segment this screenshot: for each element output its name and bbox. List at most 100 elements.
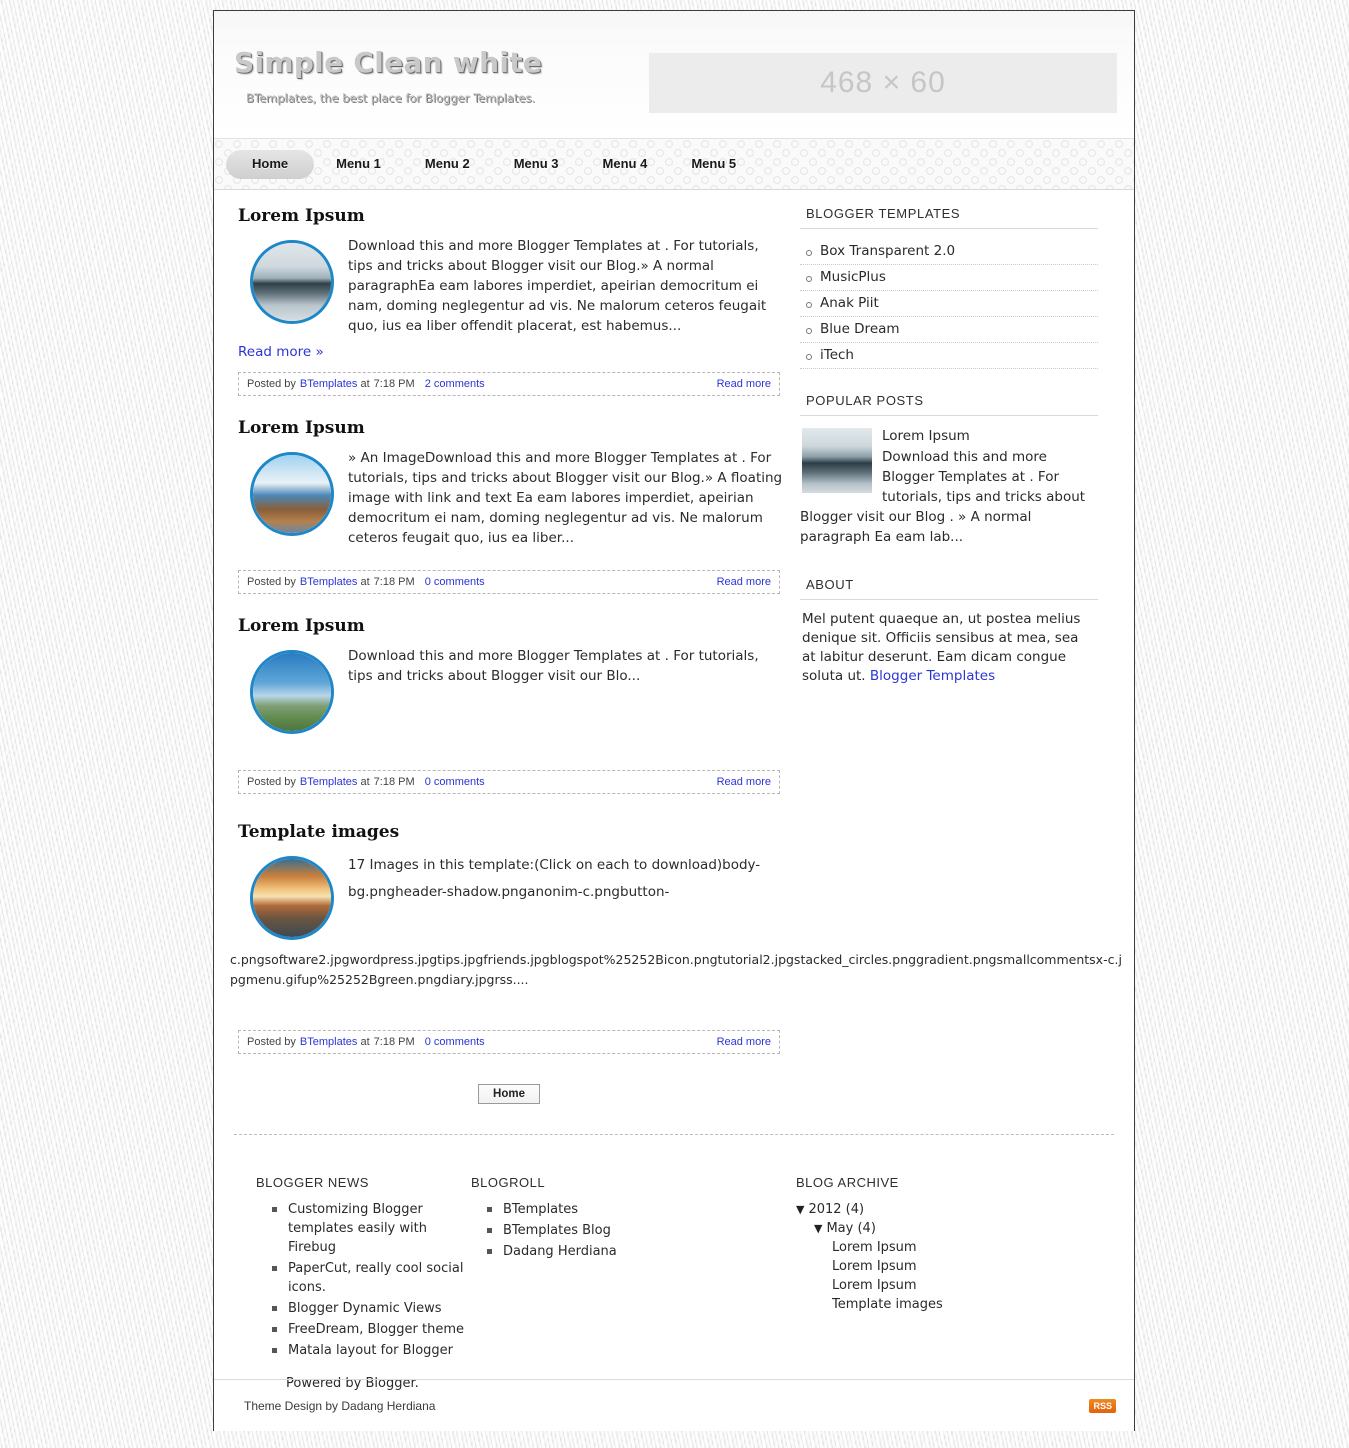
rss-icon[interactable]: RSS	[1089, 1398, 1116, 1413]
post-comments-link[interactable]: 0 comments	[425, 576, 485, 588]
post-body: 17 Images in this template:(Click on eac…	[234, 852, 784, 956]
post-time: 7:18 PM	[373, 378, 415, 390]
archive-entry[interactable]: Lorem Ipsum	[796, 1257, 1096, 1276]
time-prefix-label: at	[360, 576, 370, 588]
blog-post: Lorem Ipsum Download this and more Blogg…	[234, 616, 784, 794]
post-meta: Posted by BTemplates at 7:18 PM 2 comments	[247, 378, 485, 390]
time-prefix-label: at	[360, 378, 370, 390]
post-thumbnail[interactable]	[250, 240, 334, 324]
footer-columns: BLOGGER NEWS Customizing Blogger templat…	[214, 1135, 1134, 1391]
post-time: 7:18 PM	[373, 776, 415, 788]
archive-entry[interactable]: Lorem Ipsum	[796, 1238, 1096, 1257]
archive-month-row[interactable]: ▼ May (4)	[796, 1219, 1096, 1238]
post-time: 7:18 PM	[373, 1036, 415, 1048]
main-navigation: Home Menu 1 Menu 2 Menu 3 Menu 4 Menu 5	[214, 138, 1134, 190]
post-meta: Posted by BTemplates at 7:18 PM 0 comments	[247, 576, 485, 588]
template-list: Box Transparent 2.0 MusicPlus Anak Piit …	[800, 239, 1098, 369]
post-title[interactable]: Lorem Ipsum	[238, 206, 784, 226]
list-item[interactable]: MusicPlus	[800, 265, 1098, 291]
nav-item-menu-2[interactable]: Menu 2	[403, 149, 492, 179]
post-read-more-link[interactable]: Read more	[717, 576, 771, 588]
popular-post-item: Lorem Ipsum Download this and more Blogg…	[800, 426, 1098, 547]
post-meta: Posted by BTemplates at 7:18 PM 0 comments	[247, 1036, 485, 1048]
archive-entry[interactable]: Template images	[796, 1295, 1096, 1314]
sidebar-heading: POPULAR POSTS	[800, 393, 1098, 416]
post-author-link[interactable]: BTemplates	[300, 1036, 357, 1048]
content-columns: Lorem Ipsum Download this and more Blogg…	[214, 190, 1134, 1126]
posted-by-label: Posted by	[247, 776, 296, 788]
sidebar-heading: ABOUT	[800, 577, 1098, 600]
sidebar-section-popular-posts: POPULAR POSTS Lorem Ipsum Download this …	[800, 393, 1098, 547]
post-comments-link[interactable]: 0 comments	[425, 776, 485, 788]
post-footer: Posted by BTemplates at 7:18 PM 0 comments…	[238, 1030, 780, 1054]
blog-post: Lorem Ipsum » An ImageDownload this and …	[234, 418, 784, 594]
post-body: Download this and more Blogger Templates…	[234, 646, 784, 746]
footer-heading: BLOGGER NEWS	[256, 1175, 369, 1190]
pagination-home-button[interactable]: Home	[478, 1084, 540, 1104]
post-read-more-link[interactable]: Read more	[717, 1036, 771, 1048]
nav-item-menu-1[interactable]: Menu 1	[314, 149, 403, 179]
main-content: Lorem Ipsum Download this and more Blogg…	[214, 190, 1122, 1126]
nav-item-menu-5[interactable]: Menu 5	[669, 149, 758, 179]
post-title[interactable]: Lorem Ipsum	[238, 418, 784, 438]
blog-post: Template images 17 Images in this templa…	[230, 822, 1122, 1054]
post-body: » An ImageDownload this and more Blogger…	[234, 448, 784, 548]
nav-item-menu-4[interactable]: Menu 4	[581, 149, 670, 179]
list-item[interactable]: Anak Piit	[800, 291, 1098, 317]
post-thumbnail[interactable]	[250, 650, 334, 734]
ad-banner-placeholder[interactable]: 468 × 60	[649, 53, 1117, 113]
list-item[interactable]: Customizing Blogger templates easily wit…	[272, 1200, 471, 1257]
nav-item-menu-3[interactable]: Menu 3	[492, 149, 581, 179]
blog-post: Lorem Ipsum Download this and more Blogg…	[234, 206, 784, 396]
list-item[interactable]: PaperCut, really cool social icons.	[272, 1259, 471, 1297]
blog-description: BTemplates, the best place for Blogger T…	[246, 91, 536, 105]
chevron-down-icon[interactable]: ▼	[796, 1203, 804, 1216]
blog-title[interactable]: Simple Clean white	[234, 46, 542, 79]
post-thumbnail[interactable]	[250, 856, 334, 940]
read-more-inline-link[interactable]: Read more »	[234, 336, 784, 366]
list-item[interactable]: Dadang Herdiana	[487, 1242, 796, 1261]
site-header: Simple Clean white BTemplates, the best …	[214, 11, 1134, 138]
post-title[interactable]: Template images	[238, 822, 784, 842]
list-item[interactable]: Blue Dream	[800, 317, 1098, 343]
post-meta: Posted by BTemplates at 7:18 PM 0 comments	[247, 776, 485, 788]
sidebar-section-templates: BLOGGER TEMPLATES Box Transparent 2.0 Mu…	[800, 206, 1098, 369]
chevron-down-icon[interactable]: ▼	[814, 1222, 822, 1235]
list-item[interactable]: Blogger Dynamic Views	[272, 1299, 471, 1318]
sidebar-heading: BLOGGER TEMPLATES	[800, 206, 1098, 229]
post-comments-link[interactable]: 0 comments	[425, 1036, 485, 1048]
footer-heading: BLOGROLL	[471, 1175, 546, 1190]
post-overflow-text: c.pngsoftware2.jpgwordpress.jpgtips.jpgf…	[230, 952, 1122, 987]
list-item[interactable]: Box Transparent 2.0	[800, 239, 1098, 265]
post-body: Download this and more Blogger Templates…	[234, 236, 784, 336]
list-item[interactable]: Matala layout for Blogger	[272, 1341, 471, 1360]
nav-item-home[interactable]: Home	[226, 149, 315, 179]
blogger-news-list: Customizing Blogger templates easily wit…	[256, 1200, 471, 1360]
post-author-link[interactable]: BTemplates	[300, 776, 357, 788]
archive-year-row[interactable]: ▼ 2012 (4)	[796, 1200, 1096, 1219]
list-item[interactable]: BTemplates	[487, 1200, 796, 1219]
post-time: 7:18 PM	[373, 576, 415, 588]
post-title[interactable]: Lorem Ipsum	[238, 616, 784, 636]
list-item[interactable]: FreeDream, Blogger theme	[272, 1320, 471, 1339]
footer-credit-bar: Theme Design by Dadang Herdiana RSS	[214, 1379, 1134, 1431]
sidebar-section-about: ABOUT Mel putent quaeque an, ut postea m…	[800, 571, 1098, 686]
list-item[interactable]: BTemplates Blog	[487, 1221, 796, 1240]
archive-month-label[interactable]: May (4)	[826, 1221, 875, 1236]
blogroll-list: BTemplates BTemplates Blog Dadang Herdia…	[471, 1200, 796, 1261]
archive-year-label[interactable]: 2012 (4)	[808, 1202, 864, 1217]
time-prefix-label: at	[360, 1036, 370, 1048]
about-link[interactable]: Blogger Templates	[870, 668, 995, 684]
post-comments-link[interactable]: 2 comments	[425, 378, 485, 390]
post-read-more-link[interactable]: Read more	[717, 776, 771, 788]
post-author-link[interactable]: BTemplates	[300, 576, 357, 588]
post-thumbnail[interactable]	[250, 452, 334, 536]
archive-entry[interactable]: Lorem Ipsum	[796, 1276, 1096, 1295]
site-container: Simple Clean white BTemplates, the best …	[213, 10, 1135, 1431]
about-text: Mel putent quaeque an, ut postea melius …	[800, 610, 1098, 686]
footer-heading: BLOG ARCHIVE	[796, 1175, 899, 1190]
popular-post-thumbnail[interactable]	[802, 428, 872, 493]
post-author-link[interactable]: BTemplates	[300, 378, 357, 390]
list-item[interactable]: iTech	[800, 343, 1098, 369]
post-read-more-link[interactable]: Read more	[717, 378, 771, 390]
